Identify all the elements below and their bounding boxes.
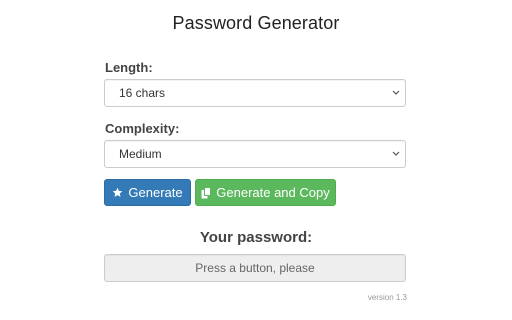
generate-and-copy-button[interactable]: Generate and Copy bbox=[195, 179, 336, 206]
complexity-select[interactable]: Medium bbox=[104, 140, 406, 168]
length-select[interactable]: 16 chars bbox=[104, 79, 406, 107]
generate-button[interactable]: Generate bbox=[104, 179, 191, 206]
password-output[interactable]: Press a button, please bbox=[104, 254, 406, 282]
password-generator-popup: Password Generator Length: 16 chars Comp… bbox=[0, 0, 512, 320]
generate-button-label: Generate bbox=[128, 185, 183, 200]
star-icon bbox=[112, 187, 123, 198]
complexity-label: Complexity: bbox=[105, 121, 180, 136]
version-text: version 1.3 bbox=[367, 293, 407, 302]
password-heading: Your password: bbox=[199, 229, 313, 246]
generate-and-copy-button-label: Generate and Copy bbox=[216, 185, 330, 200]
length-label: Length: bbox=[105, 60, 153, 75]
copy-icon bbox=[201, 186, 212, 199]
complexity-select-value: Medium bbox=[119, 147, 162, 161]
length-select-value: 16 chars bbox=[119, 86, 166, 100]
page-title: Password Generator bbox=[172, 13, 340, 33]
chevron-down-icon bbox=[390, 85, 402, 101]
chevron-down-icon bbox=[390, 146, 402, 162]
